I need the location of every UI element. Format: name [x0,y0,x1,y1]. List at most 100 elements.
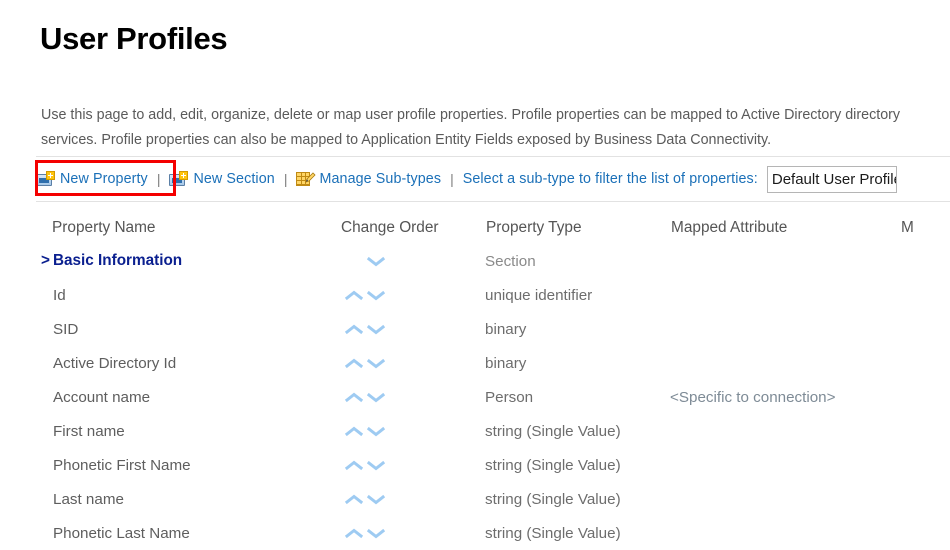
cell-property-type: unique identifier [485,286,593,304]
chevron-down-icon[interactable] [367,460,385,471]
cell-change-order [340,392,485,403]
cell-change-order [340,528,485,539]
cell-property-type: string (Single Value) [485,490,621,508]
section-expand-caret[interactable]: > [41,252,50,269]
new-property-button[interactable]: New Property [36,171,148,187]
cell-property-type: Person [485,388,534,406]
new-section-button[interactable]: New Section [169,171,275,187]
property-name-label[interactable]: Account name [53,389,150,406]
cell-property-type: Section [485,252,536,270]
cell-property-name: Account name [40,389,340,406]
new-section-label: New Section [193,171,275,187]
table-row: Account name Person <Specific to connectio… [40,380,950,414]
property-name-label[interactable]: Active Directory Id [53,355,176,372]
page-description: Use this page to add, edit, organize, de… [41,107,901,148]
property-name-label[interactable]: > Basic Information [41,252,182,269]
property-name-text: Phonetic Last Name [53,524,190,542]
toolbar-separator-3: | [450,171,454,187]
change-order-controls [340,256,485,267]
chevron-up-icon[interactable] [345,324,363,335]
property-name-text: First name [53,422,125,440]
new-item-icon [169,171,189,187]
header-change-order: Change Order [341,219,439,236]
property-name-text: SID [53,320,79,338]
property-name-text: Active Directory Id [53,354,177,372]
property-name-label[interactable]: Phonetic Last Name [53,525,190,542]
cell-property-type: string (Single Value) [485,524,621,542]
cell-change-order [340,324,485,335]
change-order-controls [340,460,485,471]
change-order-controls [340,392,485,403]
new-item-icon [36,171,55,187]
cell-change-order [340,494,485,505]
change-order-controls [340,528,485,539]
page-title: User Profiles [40,21,228,56]
chevron-up-icon[interactable] [345,392,363,403]
property-name-text: Account name [53,388,151,406]
new-property-item: New Property [36,171,148,187]
property-name-text: Id [53,286,66,304]
property-name-label[interactable]: Phonetic First Name [53,457,191,474]
new-property-label: New Property [60,171,148,187]
chevron-up-icon[interactable] [345,494,363,505]
table-section-row: > Basic Information Section [40,244,950,278]
chevron-down-icon[interactable] [367,290,385,301]
table-row: Phonetic First Name string (Single Value) [40,448,950,482]
toolbar-separator-1: | [156,171,161,187]
chevron-up-icon[interactable] [345,290,363,301]
table-row: Last name string (Single Value) [40,482,950,516]
grid-pencil-icon [296,171,317,187]
manage-subtypes-label: Manage Sub-types [319,171,442,187]
subtype-selected-value: Default User Profile Subtype [771,170,896,188]
cell-property-name: Phonetic First Name [40,457,340,474]
header-multivalue: M [901,219,914,236]
table-row: SID binary [40,312,950,346]
toolbar: New Property | New Section | Manage Sub-… [36,156,950,202]
new-section-item: New Section [169,171,275,187]
subtype-filter-label: Select a sub-type to filter the list of … [462,171,758,187]
cell-property-name: First name [40,423,340,440]
subtype-filter-dropdown[interactable]: Default User Profile Subtype [766,165,897,193]
cell-property-type: string (Single Value) [485,422,621,440]
cell-property-name: SID [40,321,340,338]
chevron-down-icon[interactable] [367,494,385,505]
change-order-controls [340,324,485,335]
chevron-down-icon[interactable] [367,324,385,335]
chevron-placeholder [345,256,363,267]
property-name-label[interactable]: Last name [53,491,124,508]
property-name-label[interactable]: SID [53,321,78,338]
cell-property-name: Active Directory Id [40,355,340,372]
change-order-controls [340,358,485,369]
chevron-down-icon[interactable] [367,392,385,403]
chevron-down-icon[interactable] [367,358,385,369]
cell-property-name: Id [40,287,340,304]
cell-property-name: Phonetic Last Name [40,525,340,542]
chevron-down-icon[interactable] [367,426,385,437]
cell-change-order [340,290,485,301]
chevron-down-icon[interactable] [367,256,385,267]
manage-subtypes-button[interactable]: Manage Sub-types [296,171,441,187]
chevron-down-icon[interactable] [367,528,385,539]
cell-change-order [340,358,485,369]
property-name-label[interactable]: First name [53,423,125,440]
header-mapped-attribute: Mapped Attribute [671,219,788,236]
cell-property-type: string (Single Value) [485,456,621,474]
cell-change-order [340,426,485,437]
chevron-up-icon[interactable] [345,460,363,471]
change-order-controls [340,426,485,437]
properties-table: Property Name Change Order Property Type… [40,212,950,550]
property-name-text: Phonetic First Name [53,456,191,474]
cell-property-type: binary [485,320,527,338]
change-order-controls [340,290,485,301]
chevron-up-icon[interactable] [345,528,363,539]
header-property-type: Property Type [486,219,582,236]
cell-change-order [340,256,485,267]
table-header-row: Property Name Change Order Property Type… [40,212,950,244]
cell-property-name: > Basic Information [40,252,340,270]
chevron-up-icon[interactable] [345,358,363,369]
cell-property-type: binary [485,354,527,372]
cell-change-order [340,460,485,471]
toolbar-separator-2: | [283,171,288,187]
chevron-up-icon[interactable] [345,426,363,437]
property-name-label[interactable]: Id [53,287,66,304]
